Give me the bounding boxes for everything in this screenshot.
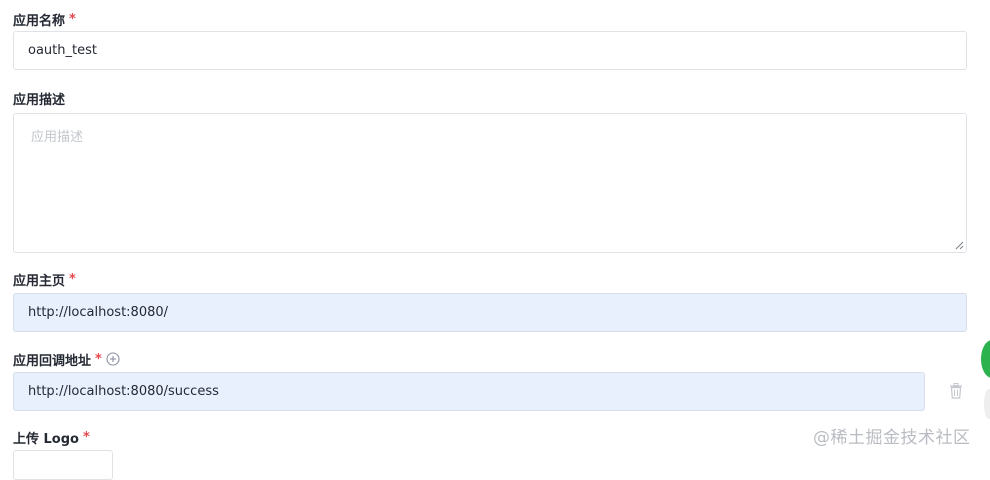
- app-home-input[interactable]: http://localhost:8080/: [13, 293, 967, 332]
- app-name-value: oauth_test: [28, 43, 97, 58]
- logo-label-text: 上传 Logo: [13, 431, 79, 447]
- side-float-button-secondary[interactable]: [984, 389, 990, 419]
- add-callback-icon[interactable]: [106, 352, 120, 366]
- app-name-label-text: 应用名称: [13, 13, 66, 29]
- app-name-input[interactable]: oauth_test: [13, 31, 967, 70]
- callback-label: 应用回调地址 *: [13, 350, 120, 369]
- required-mark: *: [69, 271, 76, 287]
- app-desc-textarea[interactable]: 应用描述: [13, 113, 967, 253]
- callback-input[interactable]: http://localhost:8080/success: [13, 372, 925, 411]
- app-home-label-text: 应用主页: [13, 273, 66, 289]
- app-desc-label: 应用描述: [13, 89, 66, 108]
- trash-icon[interactable]: [947, 382, 965, 400]
- required-mark: *: [69, 11, 76, 27]
- app-home-value: http://localhost:8080/: [28, 305, 169, 320]
- app-home-label: 应用主页 *: [13, 270, 76, 289]
- app-desc-placeholder: 应用描述: [31, 130, 84, 145]
- required-mark: *: [82, 429, 90, 445]
- watermark: @稀土掘金技术社区: [813, 428, 971, 448]
- logo-upload-box[interactable]: [13, 450, 113, 480]
- app-name-label: 应用名称 *: [13, 10, 76, 29]
- callback-label-text: 应用回调地址: [13, 353, 92, 369]
- required-mark: *: [95, 351, 102, 367]
- callback-value: http://localhost:8080/success: [28, 384, 219, 399]
- app-desc-label-text: 应用描述: [13, 92, 66, 108]
- resize-handle-icon[interactable]: [955, 241, 964, 250]
- side-float-button[interactable]: [981, 340, 990, 378]
- logo-label: 上传 Logo *: [13, 428, 90, 447]
